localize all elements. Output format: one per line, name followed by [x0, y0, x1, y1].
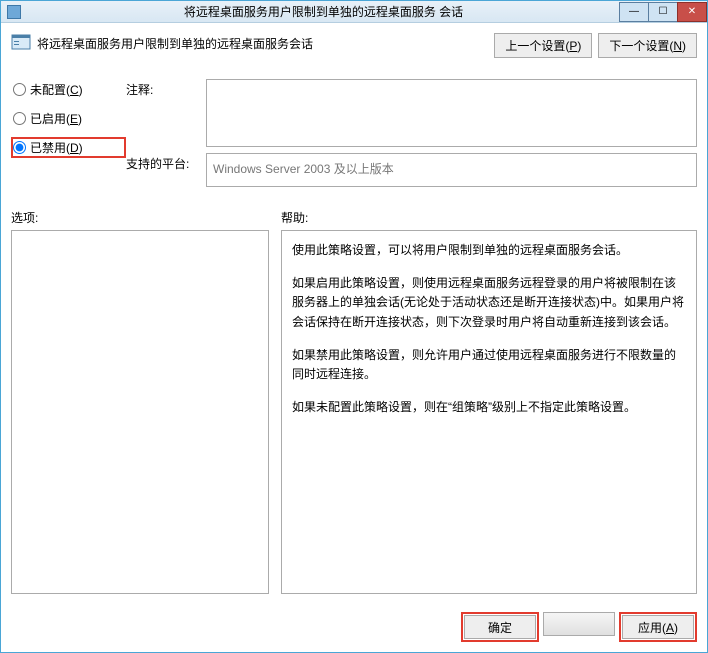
help-paragraph: 如果启用此策略设置，则使用远程桌面服务远程登录的用户将被限制在该服务器上的单独会…: [292, 274, 686, 332]
apply-button[interactable]: 应用(A): [622, 615, 694, 639]
ok-highlight: 确定: [461, 612, 539, 642]
previous-setting-button[interactable]: 上一个设置(P): [494, 33, 592, 58]
policy-icon: [11, 33, 31, 51]
help-pane[interactable]: 使用此策略设置，可以将用户限制到单独的远程桌面服务会话。 如果启用此策略设置，则…: [281, 230, 697, 594]
app-icon: [7, 5, 21, 19]
ok-button[interactable]: 确定: [464, 615, 536, 639]
apply-highlight: 应用(A): [619, 612, 697, 642]
header-row: 将远程桌面服务用户限制到单独的远程桌面服务会话 上一个设置(P) 下一个设置(N…: [11, 31, 697, 73]
next-setting-button[interactable]: 下一个设置(N): [598, 33, 697, 58]
comment-label: 注释:: [126, 81, 206, 155]
comment-textarea[interactable]: [206, 79, 697, 147]
radio-enabled-input[interactable]: [13, 112, 26, 125]
platform-label: 支持的平台:: [126, 155, 206, 172]
maximize-button[interactable]: ☐: [648, 2, 678, 22]
help-paragraph: 如果禁用此策略设置，则允许用户通过使用远程桌面服务进行不限数量的同时远程连接。: [292, 346, 686, 384]
radio-enabled-label: 已启用(E): [30, 110, 82, 127]
config-row: 未配置(C) 已启用(E) 已禁用(D) 注释: 支持的平台: Windows …: [11, 79, 697, 187]
minimize-button[interactable]: —: [619, 2, 649, 22]
radio-not-configured-label: 未配置(C): [30, 81, 83, 98]
help-paragraph: 使用此策略设置，可以将用户限制到单独的远程桌面服务会话。: [292, 241, 686, 260]
section-labels: 选项: 帮助:: [11, 209, 697, 226]
policy-title: 将远程桌面服务用户限制到单独的远程桌面服务会话: [37, 31, 494, 52]
radio-not-configured[interactable]: 未配置(C): [11, 79, 126, 100]
state-radio-group: 未配置(C) 已启用(E) 已禁用(D): [11, 79, 126, 166]
options-label: 选项:: [11, 209, 281, 226]
radio-enabled[interactable]: 已启用(E): [11, 108, 126, 129]
cancel-wrap: 取消: [543, 612, 615, 642]
options-pane[interactable]: [11, 230, 269, 594]
radio-disabled-label: 已禁用(D): [30, 139, 83, 156]
close-button[interactable]: ✕: [677, 2, 707, 22]
radio-disabled[interactable]: 已禁用(D): [11, 137, 126, 158]
supported-platform-box[interactable]: Windows Server 2003 及以上版本: [206, 153, 697, 187]
window-title: 将远程桌面服务用户限制到单独的远程桌面服务 会话: [27, 3, 620, 20]
nav-buttons: 上一个设置(P) 下一个设置(N): [494, 33, 697, 58]
cancel-button[interactable]: 取消: [543, 612, 615, 636]
help-label: 帮助:: [281, 209, 308, 226]
content-area: 将远程桌面服务用户限制到单独的远程桌面服务会话 上一个设置(P) 下一个设置(N…: [1, 23, 707, 604]
supported-platform-text: Windows Server 2003 及以上版本: [213, 162, 394, 176]
help-paragraph: 如果未配置此策略设置，则在“组策略”级别上不指定此策略设置。: [292, 398, 686, 417]
window-controls: — ☐ ✕: [620, 2, 707, 22]
dialog-footer: 确定 取消 应用(A): [1, 604, 707, 652]
radio-disabled-input[interactable]: [13, 141, 26, 154]
field-labels: 注释: 支持的平台:: [126, 79, 206, 172]
policy-dialog-window: 将远程桌面服务用户限制到单独的远程桌面服务 会话 — ☐ ✕ 将远程桌面服务用户…: [0, 0, 708, 653]
radio-not-configured-input[interactable]: [13, 83, 26, 96]
panes: 使用此策略设置，可以将用户限制到单独的远程桌面服务会话。 如果启用此策略设置，则…: [11, 230, 697, 594]
titlebar[interactable]: 将远程桌面服务用户限制到单独的远程桌面服务 会话 — ☐ ✕: [1, 1, 707, 23]
field-inputs: Windows Server 2003 及以上版本: [206, 79, 697, 187]
